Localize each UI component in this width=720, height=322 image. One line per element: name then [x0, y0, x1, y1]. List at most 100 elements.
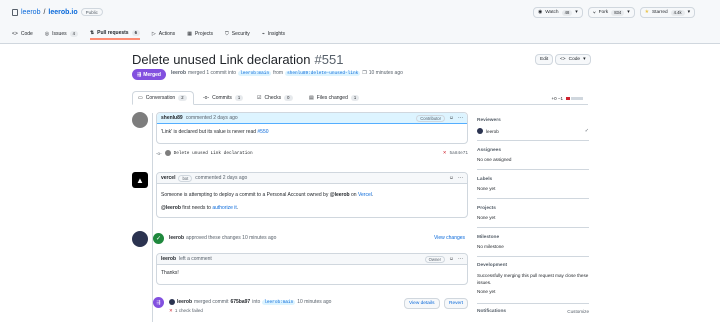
development-value: None yet — [477, 289, 496, 294]
merged-time: 10 minutes ago — [368, 70, 403, 76]
development-heading[interactable]: Development — [477, 263, 589, 268]
tab-files-changed[interactable]: ▤ Files changed 1 — [304, 91, 364, 105]
pr-author[interactable]: leerob — [171, 70, 186, 76]
tab-projects[interactable]: ▦ Projects — [187, 28, 213, 40]
sidebar-projects: Projects None yet — [477, 206, 589, 220]
comment-header: leerob left a comment Owner ☺ ··· — [157, 254, 467, 265]
approver[interactable]: leerob — [169, 235, 184, 241]
vercel-logo-icon[interactable]: ▲ — [132, 172, 148, 188]
sidebar-milestone: Milestone No milestone — [477, 235, 589, 249]
code-icon: <> — [12, 31, 18, 37]
from-text: from — [273, 70, 284, 76]
avatar[interactable] — [164, 150, 171, 156]
fork-button[interactable]: ⑂ Fork 834 ▾ — [587, 7, 635, 18]
edit-button[interactable]: Edit — [535, 54, 554, 65]
avatar[interactable] — [132, 231, 148, 247]
issue-link[interactable]: #550 — [257, 129, 268, 135]
avatar[interactable] — [132, 112, 148, 128]
comment-author[interactable]: vercel — [161, 175, 175, 181]
tab-code[interactable]: <> Code — [12, 28, 33, 40]
merge-sha[interactable]: 675ba97 — [230, 299, 250, 305]
reviewer-name[interactable]: leerob — [486, 129, 499, 134]
user-mention[interactable]: @leerob — [161, 205, 181, 211]
pr-title: Delete unused Link declaration #551 — [132, 52, 343, 67]
smiley-icon[interactable]: ☺ — [449, 175, 454, 181]
role-badge: Owner — [424, 255, 445, 263]
sidebar-labels: Labels None yet — [477, 177, 589, 191]
vercel-link[interactable]: Vercel — [358, 192, 372, 198]
tab-issues[interactable]: ◎ Issues 4 — [45, 28, 78, 40]
smiley-icon[interactable]: ☺ — [449, 256, 454, 262]
copy-icon[interactable]: ❐ — [362, 70, 366, 76]
view-details-label: View details — [409, 301, 435, 306]
sidebar-divider — [477, 198, 589, 199]
kebab-icon[interactable]: ··· — [458, 115, 463, 121]
x-icon[interactable]: ✕ — [443, 150, 447, 156]
tab-actions-label: Actions — [158, 31, 176, 37]
labels-heading[interactable]: Labels — [477, 177, 589, 182]
issues-count: 4 — [69, 31, 78, 37]
body-text: Someone is attempting to deploy a commit… — [161, 192, 329, 198]
kebab-icon[interactable]: ··· — [458, 175, 463, 181]
comment-body-text: 'Link' is declared but its value is neve… — [161, 129, 257, 135]
milestone-heading[interactable]: Milestone — [477, 235, 589, 240]
view-changes-link[interactable]: View changes — [434, 235, 465, 241]
repo-owner-link[interactable]: leerob — [21, 9, 40, 16]
tab-security-label: Security — [231, 31, 250, 37]
assignees-heading[interactable]: Assignees — [477, 148, 589, 153]
tab-pull-requests[interactable]: ⇅ Pull requests 6 — [89, 28, 140, 40]
comment-leerob: leerob left a comment Owner ☺ ··· Thanks… — [156, 253, 468, 285]
chevron-down-icon: ▾ — [687, 10, 691, 15]
tab-actions[interactable]: ▷ Actions — [152, 28, 175, 40]
checks-count: 0 — [284, 95, 293, 101]
kebab-icon[interactable]: ··· — [458, 256, 463, 262]
reviewer-row: leerob ✓ — [477, 128, 589, 134]
smiley-icon[interactable]: ☺ — [449, 115, 454, 121]
edit-label: Edit — [540, 57, 549, 62]
avatar[interactable] — [169, 299, 175, 305]
merge-icon: ⇶ — [137, 71, 142, 78]
projects-heading[interactable]: Projects — [477, 206, 589, 211]
into-text: into — [252, 299, 261, 305]
sidebar-divider — [477, 140, 589, 141]
diffstat-bar — [566, 96, 570, 100]
commit-sha[interactable]: 5a84e71 — [450, 151, 468, 156]
tab-commits[interactable]: -o- Commits 1 — [198, 91, 248, 105]
comment-author[interactable]: shenlu89 — [161, 115, 183, 121]
merge-icon: ⇶ — [153, 297, 164, 308]
repo-name-link[interactable]: leerob.io — [48, 9, 77, 16]
commits-count: 1 — [234, 95, 244, 101]
revert-button[interactable]: Revert — [444, 298, 469, 309]
base-branch[interactable]: leerob:main — [262, 299, 296, 305]
watch-button[interactable]: ◉ Watch 48 ▾ — [533, 7, 583, 18]
base-branch[interactable]: leerob:main — [238, 70, 272, 76]
tab-insights[interactable]: ⌁ Insights — [262, 28, 285, 40]
tab-conversation[interactable]: ▭ Conversation 2 — [132, 91, 194, 105]
watch-count: 48 — [561, 9, 573, 16]
comment-author[interactable]: leerob — [161, 256, 176, 262]
star-button[interactable]: ★ Starred 4.4k ▾ — [639, 7, 696, 18]
authorize-link[interactable]: authorize it — [212, 205, 236, 211]
x-icon: ✕ — [169, 308, 173, 313]
avatar[interactable] — [477, 128, 483, 134]
pr-tabs: ▭ Conversation 2 -o- Commits 1 ☑ Checks 0 ▤ Fil… — [132, 91, 588, 105]
tab-security[interactable]: ⛉ Security — [225, 28, 250, 40]
comment-icon: ▭ — [138, 95, 143, 101]
body-text: first needs to — [182, 205, 211, 211]
commit-message[interactable]: Delete unused Link declaration — [174, 151, 253, 156]
merge-time: 10 minutes ago — [297, 299, 332, 305]
table-icon: ▦ — [187, 31, 192, 37]
comment-time: commented 2 days ago — [195, 175, 248, 181]
diffstat-bar-empty — [571, 96, 583, 100]
reviewers-heading[interactable]: Reviewers — [477, 118, 589, 123]
customize-link[interactable]: Customize — [567, 309, 589, 314]
code-dropdown-button[interactable]: <> Code ▾ — [555, 54, 591, 65]
user-mention[interactable]: @leerob — [330, 192, 350, 198]
merged-status-badge: ⇶ Merged — [132, 69, 166, 80]
merger[interactable]: leerob — [177, 299, 192, 305]
timeline-line — [152, 113, 153, 322]
tab-checks[interactable]: ☑ Checks 0 — [252, 91, 298, 105]
head-branch[interactable]: shenlu89:delete-unused-link — [285, 70, 361, 76]
comment-time: commented 2 days ago — [185, 115, 238, 121]
view-details-button[interactable]: View details — [404, 298, 440, 309]
